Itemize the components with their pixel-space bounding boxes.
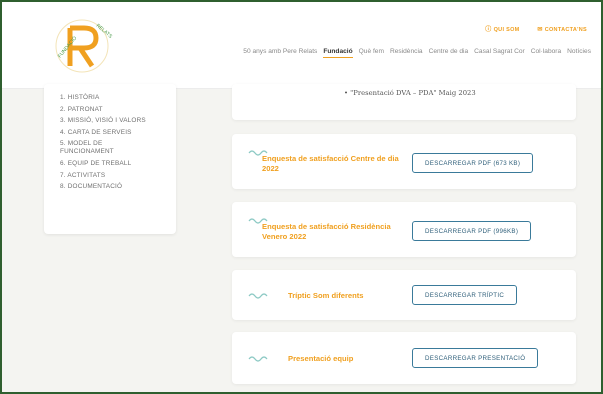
nav-col-labora[interactable]: Col·labora (531, 48, 561, 58)
presentation-list-item[interactable]: • "Presentació DVA – PDA" Maig 2023 (344, 89, 476, 97)
nav-fundacio[interactable]: Fundació (323, 48, 353, 58)
document-card: Tríptic Som diferents DESCARREGAR TRÍPTI… (232, 270, 576, 320)
sidebar-item-activitats[interactable]: 7. ACTIVITATS (60, 172, 176, 180)
sidebar-item-historia[interactable]: 1. HISTÒRIA (60, 94, 176, 102)
sidebar-item-missio[interactable]: 3. MISSIÓ, VISIÓ I VALORS (60, 117, 176, 125)
sidebar-item-carta-serveis[interactable]: 4. CARTA DE SERVEIS (60, 129, 176, 137)
document-card: Enquesta de satisfacció Residència Vener… (232, 202, 576, 257)
wave-icon (248, 293, 268, 299)
fundacio-logo[interactable]: FUNDACIÓ RELATS (46, 16, 118, 76)
document-card: Enquesta de satisfacció Centre de dia 20… (232, 134, 576, 189)
document-title: Enquesta de satisfacció Residència Vener… (262, 222, 391, 241)
info-icon: ⓘ (485, 27, 492, 33)
sidebar-item-equip[interactable]: 6. EQUIP DE TREBALL (60, 160, 176, 168)
header: FUNDACIÓ RELATS ⓘ QUI SOM ✉ CONTACTA'NS 50… (2, 2, 601, 89)
download-triptic-button[interactable]: DESCARREGAR TRÍPTIC (412, 285, 518, 305)
main-nav: 50 anys amb Pere Relats Fundació Què fem… (243, 48, 591, 58)
nav-residencia[interactable]: Residència (390, 48, 423, 58)
sidebar-item-patronat[interactable]: 2. PATRONAT (60, 106, 176, 114)
contacta-link[interactable]: ✉ CONTACTA'NS (529, 27, 587, 33)
top-links: ⓘ QUI SOM ✉ CONTACTA'NS (469, 24, 587, 33)
nav-50-anys[interactable]: 50 anys amb Pere Relats (243, 48, 317, 58)
sidebar-item-documentacio[interactable]: 8. DOCUMENTACIÓ (60, 183, 176, 191)
mail-icon: ✉ (537, 27, 543, 33)
sidebar-menu: 1. HISTÒRIA 2. PATRONAT 3. MISSIÓ, VISIÓ… (44, 84, 176, 234)
nav-casal-sagrat-cor[interactable]: Casal Sagrat Cor (474, 48, 525, 58)
document-title: Tríptic Som diferents (288, 291, 364, 300)
wave-icon (248, 356, 268, 362)
page-frame: FUNDACIÓ RELATS ⓘ QUI SOM ✉ CONTACTA'NS 50… (0, 0, 603, 394)
download-pdf-button[interactable]: DESCARREGAR PDF (673 KB) (412, 153, 534, 173)
sidebar-item-model[interactable]: 5. MODEL DE FUNCIONAMENT (60, 140, 140, 156)
document-card: Presentació equip DESCARREGAR PRESENTACI… (232, 332, 576, 384)
nav-que-fem[interactable]: Què fem (359, 48, 384, 58)
qui-som-link[interactable]: ⓘ QUI SOM (477, 27, 519, 33)
document-title: Enquesta de satisfacció Centre de dia 20… (262, 154, 399, 173)
nav-noticies[interactable]: Notícies (567, 48, 591, 58)
download-presentacio-button[interactable]: DESCARREGAR PRESENTACIÓ (412, 348, 539, 368)
nav-centre-de-dia[interactable]: Centre de dia (429, 48, 469, 58)
presentation-list-card: • "Presentació DVA – PDA" Maig 2023 (232, 84, 576, 120)
download-pdf-button[interactable]: DESCARREGAR PDF (996KB) (412, 221, 532, 241)
document-title: Presentació equip (288, 354, 354, 363)
